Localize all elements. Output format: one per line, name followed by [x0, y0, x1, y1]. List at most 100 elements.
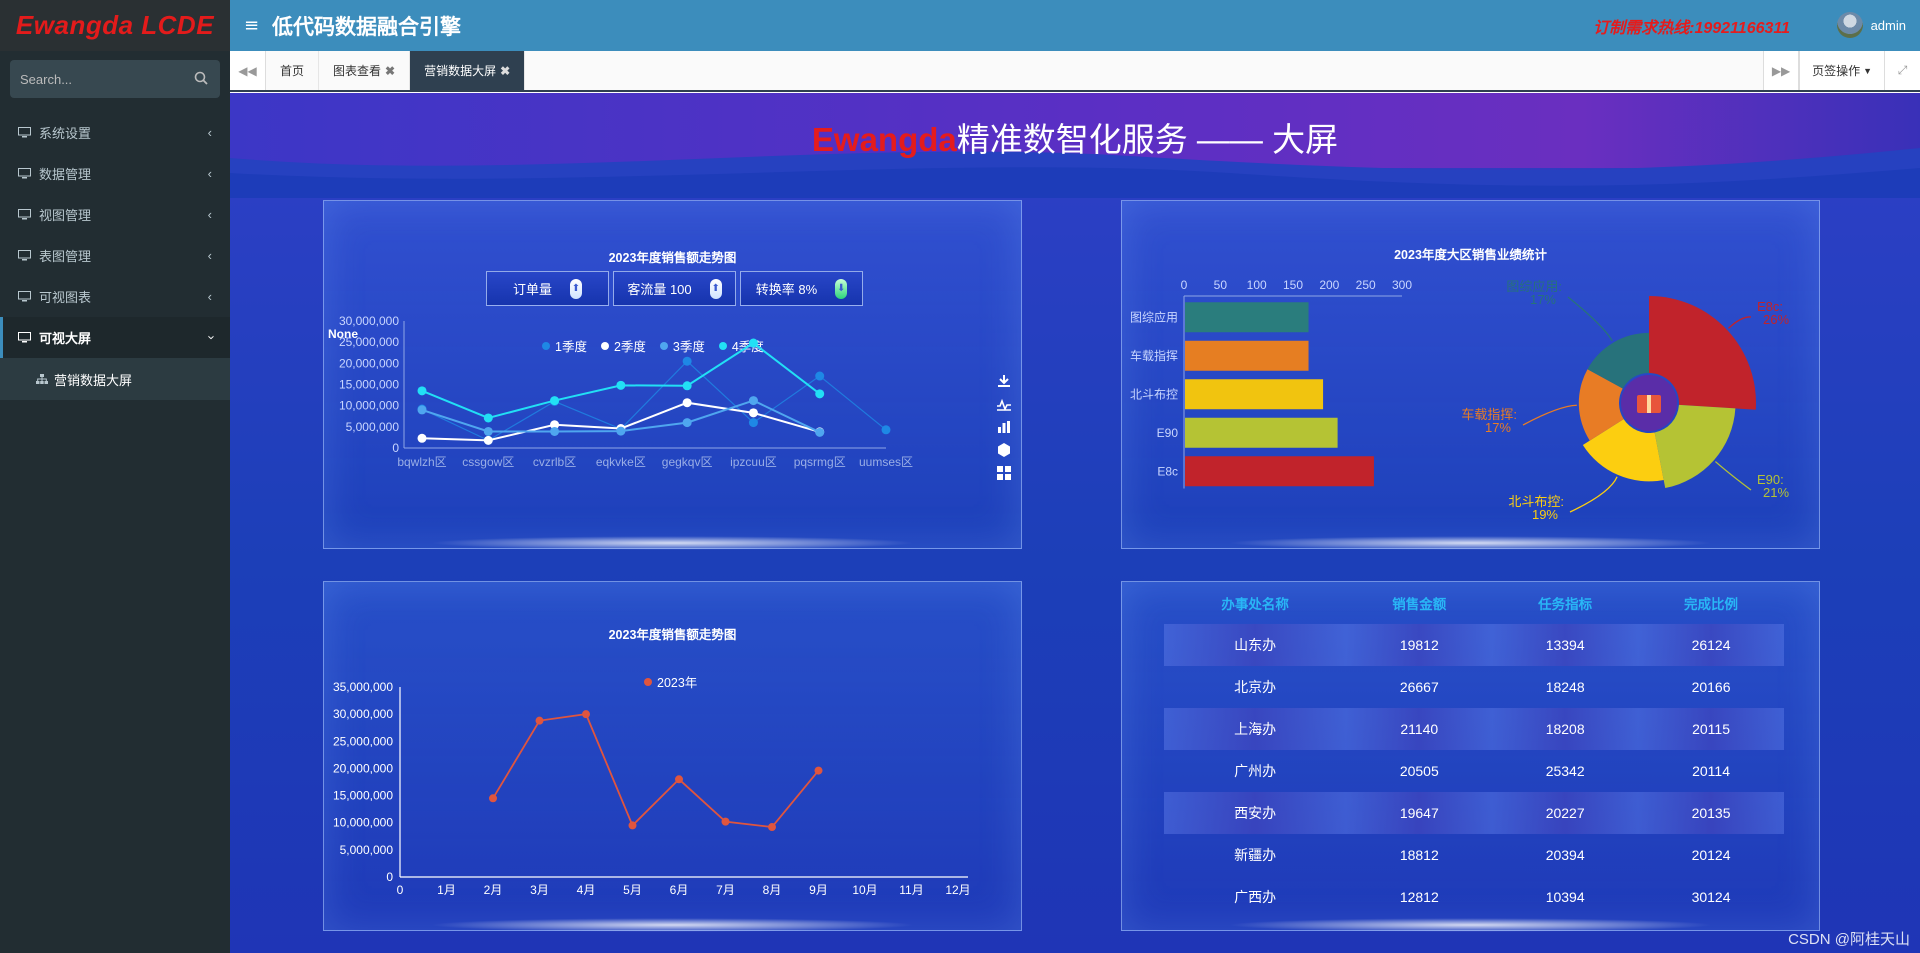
y-tick-label: 20,000,000 — [339, 356, 399, 370]
monitor-icon — [18, 291, 31, 302]
table-row: 新疆办 18812 20394 20124 — [1164, 834, 1784, 876]
data-point — [417, 433, 427, 443]
data-point — [748, 338, 758, 348]
tab-label: 营销数据大屏 — [424, 64, 497, 78]
page-ops-dropdown[interactable]: 页签操作 ▼ — [1799, 51, 1884, 90]
table-cell: 20135 — [1638, 792, 1784, 834]
bar-chart-icon[interactable] — [996, 419, 1012, 435]
column-header: 完成比例 — [1684, 597, 1739, 612]
watermark: CSDN @阿桂天山 — [1788, 931, 1910, 948]
table-row: 西安办 19647 20227 20135 — [1164, 792, 1784, 834]
forward-icon: ▶▶ — [1771, 63, 1791, 78]
slice-percent: 17% — [1485, 420, 1511, 435]
x-tick-label: eqkvke区 — [596, 455, 646, 469]
monitor-icon — [18, 209, 31, 220]
table-cell: 20124 — [1691, 847, 1731, 863]
sidebar-item-data-management[interactable]: 数据管理 ‹ — [0, 153, 230, 194]
sidebar: Ewangda LCDE 系统设置 ‹ 数据管理 ‹ 视图管理 ‹ 表图管理 ‹… — [0, 0, 230, 953]
sidebar-item-visual-charts[interactable]: 可视图表 ‹ — [0, 276, 230, 317]
table-cell: 新疆办 — [1234, 847, 1277, 863]
sidebar-item-label: 表图管理 — [39, 249, 92, 264]
table-cell: 20166 — [1691, 679, 1731, 695]
sidebar-item-chart-management[interactable]: 表图管理 ‹ — [0, 235, 230, 276]
sidebar-item-label: 可视图表 — [39, 290, 92, 305]
monitor-icon — [18, 127, 31, 138]
app-title: 低代码数据融合引擎 — [272, 15, 461, 39]
sidebar-item-view-management[interactable]: 视图管理 ‹ — [0, 194, 230, 235]
table-cell: 西安办 — [1164, 792, 1347, 834]
x-tick-label: 10月 — [852, 883, 877, 897]
label-leader — [1522, 404, 1577, 426]
sidebar-item-system-settings[interactable]: 系统设置 ‹ — [0, 112, 230, 153]
close-icon[interactable]: ✖ — [385, 64, 395, 78]
data-point — [616, 426, 626, 436]
panel-region-performance: 2023年度大区销售业绩统计 0 50 100 150 200 250 300 图综应用 车载指… — [1121, 200, 1820, 550]
table-cell: 19812 — [1346, 624, 1493, 666]
tab-chart-view[interactable]: 图表查看 ✖ — [319, 51, 411, 90]
sidebar-item-label: 视图管理 — [39, 208, 92, 223]
y-tick-label: 0 — [386, 870, 393, 884]
y-tick-label: 15,000,000 — [333, 789, 393, 803]
column-header: 任务指标 — [1538, 597, 1593, 612]
table-cell: 26124 — [1638, 624, 1784, 666]
x-tick-label: 5月 — [623, 883, 642, 897]
sidebar-item-label: 系统设置 — [39, 126, 92, 141]
table-row: 北京办 26667 18248 20166 — [1164, 666, 1784, 708]
data-point — [417, 386, 427, 396]
download-icon[interactable] — [996, 373, 1012, 389]
table-cell: 19647 — [1346, 792, 1493, 834]
line-chart-icon[interactable] — [996, 396, 1012, 412]
data-point — [814, 766, 823, 775]
tab-marketing-screen[interactable]: 营销数据大屏 ✖ — [410, 51, 526, 90]
data-point — [748, 408, 758, 418]
data-point — [550, 426, 560, 436]
fullscreen-button[interactable]: ⤢ — [1884, 51, 1920, 90]
data-point — [815, 371, 825, 381]
table-row: 山东办 19812 13394 26124 — [1164, 624, 1784, 666]
sidebar-item-visual-screen[interactable]: 可视大屏 ‹ — [0, 317, 230, 358]
hamburger-icon[interactable]: ≡ — [244, 15, 264, 36]
dashboard-screen: Ewangda精准数智化服务 —— 大屏 2023年度销售额走势图 订单量 ⬆ 客… — [230, 93, 1920, 953]
sidebar-item-label: 可视大屏 — [39, 331, 92, 346]
slice-percent: 21% — [1763, 485, 1789, 500]
data-point — [582, 710, 590, 719]
search-icon[interactable] — [194, 71, 208, 85]
label-leader — [1569, 476, 1618, 513]
search-input[interactable] — [20, 71, 190, 87]
panel-office-table: 办事处名称 销售金额 任务指标 完成比例 山东办 19812 13394 26124 … — [1121, 581, 1820, 932]
x-tick-label: 1月 — [437, 883, 456, 897]
close-icon[interactable]: ✖ — [500, 64, 510, 78]
user-menu[interactable]: admin — [1836, 12, 1906, 38]
sidebar-item-label: 数据管理 — [39, 167, 92, 182]
data-point — [682, 398, 692, 408]
caret-down-icon: ▼ — [1863, 65, 1872, 76]
monitor-icon — [18, 168, 31, 179]
brand-name: Ewangda — [811, 121, 957, 158]
data-point — [483, 435, 493, 445]
series-line — [421, 341, 821, 419]
x-tick-label: 9月 — [809, 883, 828, 897]
label-leader — [1567, 296, 1613, 342]
page-ops-label: 页签操作 — [1812, 64, 1861, 78]
line-chart-quarters: 0 5,000,000 10,000,000 15,000,000 20,000,000… — [339, 314, 913, 469]
y-tick-label: 5,000,000 — [340, 843, 394, 857]
sidebar-subitem-marketing-screen[interactable]: 营销数据大屏 — [0, 358, 230, 400]
data-point — [748, 396, 758, 406]
tab-home[interactable]: 首页 — [266, 51, 320, 90]
stack-icon[interactable] — [996, 442, 1012, 458]
chevron-left-icon: ‹ — [207, 289, 212, 304]
data-point — [748, 418, 758, 428]
y-tick-label: 30,000,000 — [339, 314, 399, 328]
grid-icon[interactable] — [996, 465, 1012, 481]
y-tick-label: 10,000,000 — [339, 399, 399, 413]
label-leader — [1714, 461, 1752, 491]
x-tick-label: 6月 — [670, 883, 689, 897]
data-point — [483, 426, 493, 436]
app-logo[interactable]: Ewangda LCDE — [0, 0, 230, 51]
x-tick-label: pqsrmg区 — [794, 455, 846, 469]
chart-toolbox — [996, 373, 1012, 481]
panel-sales-trend-monthly: 2023年度销售额走势图 2023年 0 5,000,000 10,000,000 1… — [323, 581, 1022, 932]
table-cell: 21140 — [1346, 708, 1493, 750]
tab-scroll-right-button[interactable]: ▶▶ — [1763, 51, 1800, 90]
tab-scroll-left-button[interactable]: ◀◀ — [230, 51, 266, 90]
